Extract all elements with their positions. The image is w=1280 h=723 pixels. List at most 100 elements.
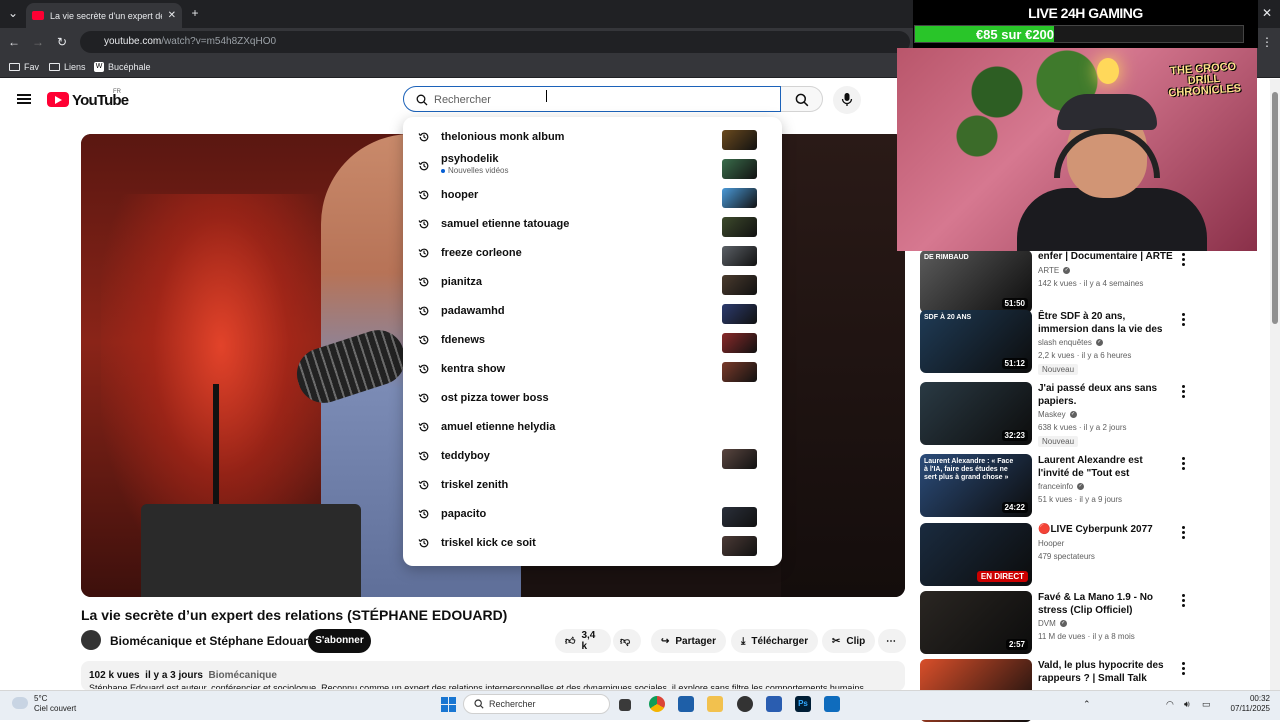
suggestion-item[interactable]: samuel etienne tatouage — [403, 209, 782, 237]
tab-list-icon[interactable]: ⌄ — [4, 4, 22, 22]
suggestion-item[interactable]: thelonious monk album — [403, 122, 782, 150]
channel-name[interactable]: Biomécanique et Stéphane Edouard✓ — [110, 634, 329, 648]
recommendation-thumbnail[interactable]: 2:57 — [920, 591, 1032, 654]
close-tab-icon[interactable]: ✕ — [168, 10, 176, 21]
chrome-icon[interactable] — [649, 696, 665, 712]
bookmark-liens[interactable]: Liens — [49, 62, 86, 72]
new-tab-icon[interactable]: + — [186, 4, 204, 22]
recommendation-item[interactable]: SDF À 20 ANS 51:12 Être SDF à 20 ans, imme… — [920, 310, 1190, 375]
video-title: La vie secrète d’un expert des relations… — [81, 607, 508, 623]
bookmark-bucephale[interactable]: W Bucéphale — [94, 62, 151, 72]
recommendation-thumbnail[interactable]: SDF À 20 ANS 51:12 — [920, 310, 1032, 373]
weather-widget[interactable]: 5°C Ciel couvert — [34, 694, 76, 714]
suggestion-item[interactable]: padawamhd — [403, 296, 782, 324]
url-text[interactable]: youtube.com/watch?v=m54h8ZXqHO0 — [104, 36, 276, 47]
photoshop-icon[interactable]: Ps — [795, 696, 811, 712]
recommendation-meta: 638 k vues · il y a 2 jours — [1038, 423, 1127, 432]
folder-icon — [9, 63, 20, 71]
suggestion-item[interactable]: pianitza — [403, 267, 782, 295]
suggestion-item[interactable]: papacito — [403, 499, 782, 527]
back-icon[interactable]: ← — [5, 33, 23, 51]
suggestion-text: hooper — [441, 189, 479, 201]
browser-tab[interactable]: La vie secrète d'un expert des r ✕ — [26, 3, 182, 28]
thumbnail-caption: SDF À 20 ANS — [924, 314, 972, 321]
recommendation-thumbnail[interactable]: Laurent Alexandre : « Face à l'IA, faire… — [920, 454, 1032, 517]
duration-badge: 51:12 — [1001, 358, 1028, 369]
suggestion-item[interactable]: freeze corleone — [403, 238, 782, 266]
more-options-icon[interactable] — [1178, 593, 1188, 607]
suggestion-item[interactable]: triskel kick ce soit — [403, 528, 782, 556]
outlook-icon[interactable] — [824, 696, 840, 712]
menu-dots-icon[interactable]: ⋮ — [1258, 33, 1276, 51]
more-actions-button[interactable]: ⋯ — [878, 629, 906, 653]
recommendation-meta: 479 spectateurs — [1038, 552, 1095, 561]
new-badge: Nouveau — [1038, 436, 1079, 447]
history-icon — [418, 277, 429, 287]
suggestion-item[interactable]: teddyboy — [403, 441, 782, 469]
donation-goal-text: €85 sur €200 — [975, 27, 1055, 42]
tab-title: La vie secrète d'un expert des r — [50, 10, 162, 21]
new-badge: Nouveau — [1038, 364, 1079, 375]
country-code: FR — [113, 89, 121, 95]
share-button[interactable]: ↪ Partager — [651, 629, 726, 653]
recommendation-item[interactable]: 32:23 J'ai passé deux ans sans papiers. Ma… — [920, 382, 1190, 447]
more-options-icon[interactable] — [1178, 312, 1188, 326]
voice-search-button[interactable] — [833, 86, 861, 114]
recommendation-item[interactable]: Laurent Alexandre : « Face à l'IA, faire… — [920, 454, 1190, 518]
like-button[interactable]: 👍︎ 3,4 k — [555, 629, 611, 653]
recommendation-item[interactable]: 2:57 Favé & La Mano 1.9 - No stress (Clip… — [920, 591, 1190, 655]
tray-chevron-icon[interactable]: ⌃ — [1083, 699, 1091, 710]
suggestion-item[interactable]: kentra show — [403, 354, 782, 382]
recommendation-channel: slash enquêtes ✓ — [1038, 338, 1103, 347]
recommendation-item[interactable]: DE RIMBAUD 51:50 enfer | Documentaire | AR… — [920, 250, 1190, 314]
suggestion-item[interactable]: psyhodelik Nouvelles vidéos — [403, 151, 782, 179]
more-options-icon[interactable] — [1178, 661, 1188, 675]
recommendation-thumbnail[interactable]: EN DIRECT — [920, 523, 1032, 586]
windows-start-icon[interactable] — [441, 697, 456, 712]
recommendation-title: J'ai passé deux ans sans papiers. — [1038, 383, 1158, 407]
youtube-logo-icon[interactable] — [47, 92, 69, 107]
recommendation-thumbnail[interactable]: 32:23 — [920, 382, 1032, 445]
scrollbar-thumb[interactable] — [1272, 92, 1278, 324]
folder-icon[interactable] — [707, 696, 723, 712]
suggestion-item[interactable]: amuel etienne helydia — [403, 412, 782, 440]
suggestion-thumbnail — [722, 333, 757, 353]
more-options-icon[interactable] — [1178, 252, 1188, 266]
menu-icon[interactable] — [17, 94, 31, 104]
more-options-icon[interactable] — [1178, 456, 1188, 470]
tool-icon[interactable] — [766, 696, 782, 712]
file-explorer-icon[interactable] — [619, 699, 631, 711]
recommendation-thumbnail[interactable]: DE RIMBAUD 51:50 — [920, 250, 1032, 313]
channel-avatar[interactable] — [81, 630, 101, 650]
clip-button[interactable]: ✂ Clip — [822, 629, 876, 653]
download-button[interactable]: ⤓ Télécharger — [731, 629, 819, 653]
volume-icon[interactable]: 🔊︎ — [1184, 699, 1190, 710]
close-window-icon[interactable]: ✕ — [1258, 4, 1276, 22]
suggestion-item[interactable]: fdenews — [403, 325, 782, 353]
search-input[interactable] — [434, 91, 764, 108]
dislike-button[interactable]: 👎︎ — [613, 629, 641, 653]
obs-icon[interactable] — [737, 696, 753, 712]
search-box[interactable] — [403, 86, 781, 112]
more-options-icon[interactable] — [1178, 384, 1188, 398]
suggestion-text: samuel etienne tatouage — [441, 218, 570, 230]
verified-icon: ✓ — [1063, 267, 1071, 275]
thumbs-down-icon: 👎︎ — [620, 636, 631, 647]
subscribe-button[interactable]: S'abonner — [308, 629, 371, 653]
taskbar-clock[interactable]: 00:32 07/11/2025 — [1222, 694, 1270, 714]
suggestion-item[interactable]: ost pizza tower boss — [403, 383, 782, 411]
forward-icon[interactable]: → — [29, 33, 47, 51]
more-options-icon[interactable] — [1178, 525, 1188, 539]
history-icon — [418, 451, 429, 461]
history-icon — [418, 190, 429, 200]
recommendation-item[interactable]: EN DIRECT 🔴LIVE Cyberpunk 2077 Hooper 479 s… — [920, 523, 1190, 587]
reload-icon[interactable]: ↻ — [53, 33, 71, 51]
battery-icon: ▭ — [1202, 699, 1211, 709]
vpn-icon[interactable] — [678, 696, 694, 712]
suggestion-item[interactable]: hooper — [403, 180, 782, 208]
suggestion-text: kentra show — [441, 363, 506, 375]
suggestion-item[interactable]: triskel zenith — [403, 470, 782, 498]
bookmark-fav[interactable]: Fav — [9, 62, 39, 72]
search-button[interactable] — [781, 86, 823, 112]
taskbar-search[interactable] — [463, 694, 610, 714]
